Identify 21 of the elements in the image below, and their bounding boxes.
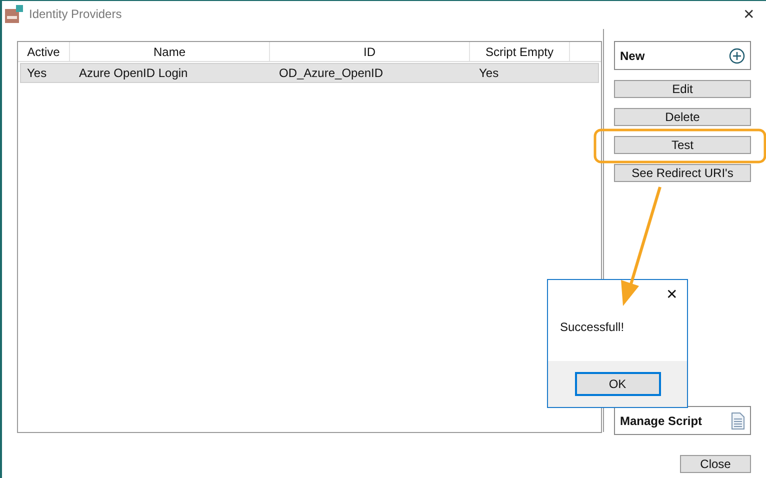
action-button[interactable]: See Redirect URI's bbox=[614, 164, 751, 182]
column-header[interactable]: Script Empty bbox=[470, 42, 570, 61]
close-dialog-button[interactable]: Close bbox=[680, 455, 751, 473]
column-header[interactable]: Name bbox=[70, 42, 270, 61]
action-button[interactable]: Delete bbox=[614, 108, 751, 126]
table-cell-text: Yes bbox=[478, 65, 500, 82]
table-cell-text: Yes bbox=[26, 65, 48, 82]
ok-button[interactable]: OK bbox=[574, 372, 660, 396]
column-header[interactable]: Active bbox=[18, 42, 70, 61]
table-row[interactable]: Yes Azure OpenID Login OD_Azure_OpenID Yes bbox=[20, 63, 599, 83]
window-title: Identity Providers bbox=[29, 6, 122, 23]
close-button[interactable]: ✕ bbox=[735, 4, 763, 24]
table-cell-text: Azure OpenID Login bbox=[78, 65, 189, 82]
table-cell-text: OD_Azure_OpenID bbox=[278, 65, 384, 82]
close-button[interactable]: ✕ bbox=[657, 280, 687, 308]
column-header[interactable]: ID bbox=[270, 42, 470, 61]
action-button[interactable]: Edit bbox=[614, 80, 751, 98]
new-button[interactable]: New bbox=[614, 41, 751, 70]
manage-script-button[interactable]: Manage Script bbox=[614, 406, 751, 435]
message-text: Successfull! bbox=[560, 320, 624, 334]
action-button[interactable]: Test bbox=[614, 136, 751, 154]
